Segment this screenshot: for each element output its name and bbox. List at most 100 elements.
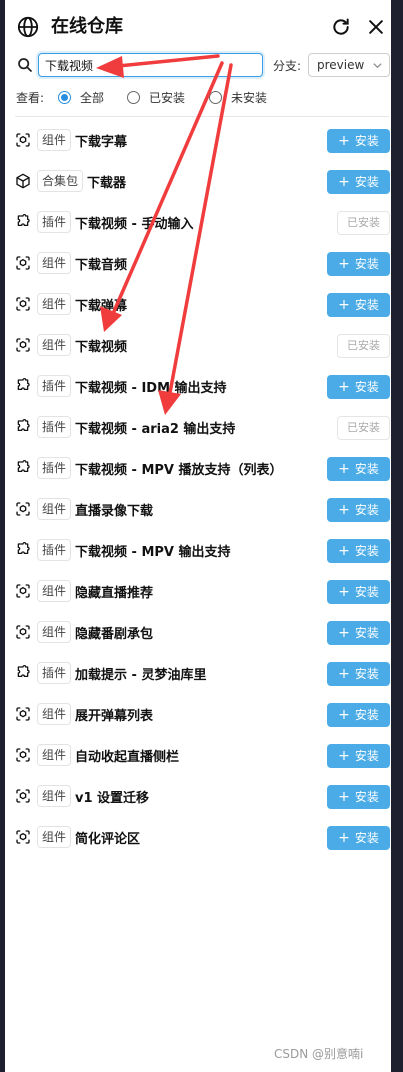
type-badge: 组件	[37, 826, 72, 848]
plugin-icon	[15, 542, 31, 558]
install-button[interactable]: + 安装	[327, 785, 390, 809]
list-item: 组件 下载视频 已安装	[5, 325, 391, 365]
filter-option-label: 未安装	[231, 90, 268, 105]
plus-icon: +	[338, 379, 350, 395]
filter-option-label: 已安装	[149, 90, 186, 105]
component-icon	[15, 132, 31, 148]
plugin-icon	[15, 665, 31, 681]
install-button[interactable]: + 安装	[327, 744, 390, 768]
search-input[interactable]	[38, 53, 263, 77]
type-badge: 插件	[37, 375, 72, 397]
type-badge: 插件	[37, 457, 72, 479]
installed-button: 已安装	[337, 334, 390, 358]
filter-row: 查看: 全部 已安装 未安装	[5, 88, 391, 106]
plus-icon: +	[338, 789, 350, 805]
branch-selected-value: preview	[317, 58, 365, 72]
component-icon	[15, 501, 31, 517]
radio-all[interactable]	[58, 90, 71, 104]
install-label: 安装	[354, 626, 379, 640]
radio-not-installed[interactable]	[209, 90, 222, 104]
close-icon[interactable]	[366, 17, 386, 37]
type-badge: 组件	[37, 498, 72, 520]
plus-icon: +	[338, 461, 350, 477]
list-item: 插件 下载视频 - aria2 输出支持 已安装	[5, 407, 391, 447]
globe-icon	[17, 16, 39, 38]
list-item: 插件 下载视频 - 手动输入 已安装	[5, 202, 391, 242]
plus-icon: +	[338, 748, 350, 764]
install-button[interactable]: + 安装	[327, 293, 390, 317]
package-icon	[15, 173, 31, 189]
list-item: 插件 加载提示 - 灵梦油库里 + 安装	[5, 653, 391, 693]
plus-icon: +	[338, 543, 350, 559]
refresh-icon[interactable]	[331, 17, 351, 37]
type-badge: 组件	[37, 785, 72, 807]
install-button[interactable]: + 安装	[327, 498, 390, 522]
plus-icon: +	[338, 174, 350, 190]
item-name: 下载字幕	[75, 135, 128, 150]
install-label: 安装	[354, 380, 379, 394]
install-button[interactable]: + 安装	[327, 580, 390, 604]
item-name: 下载音频	[75, 258, 128, 273]
item-name: 隐藏番剧承包	[75, 627, 154, 642]
item-name: 下载器	[87, 176, 127, 191]
type-badge: 组件	[37, 334, 72, 356]
plugin-icon	[15, 378, 31, 394]
install-label: 安装	[354, 544, 379, 558]
list-item: 组件 v1 设置迁移 + 安装	[5, 776, 391, 816]
install-button[interactable]: + 安装	[327, 539, 390, 563]
install-label: 安装	[354, 298, 379, 312]
component-icon	[15, 788, 31, 804]
install-label: 安装	[354, 831, 379, 845]
install-label: 安装	[354, 175, 379, 189]
install-button[interactable]: + 安装	[327, 662, 390, 686]
plugin-icon	[15, 419, 31, 435]
install-button[interactable]: + 安装	[327, 375, 390, 399]
component-icon	[15, 747, 31, 763]
list-item: 组件 展开弹幕列表 + 安装	[5, 694, 391, 734]
list-item: 组件 下载音频 + 安装	[5, 243, 391, 283]
item-name: 加载提示 - 灵梦油库里	[75, 668, 207, 683]
item-name: 下载视频 - MPV 播放支持（列表）	[75, 463, 283, 478]
item-name: 下载视频 - aria2 输出支持	[75, 422, 236, 437]
install-button[interactable]: + 安装	[327, 826, 390, 850]
installed-button: 已安装	[337, 211, 390, 235]
type-badge: 插件	[37, 211, 72, 233]
type-badge: 组件	[37, 580, 72, 602]
plus-icon: +	[338, 584, 350, 600]
list-item: 组件 下载字幕 + 安装	[5, 120, 391, 160]
type-badge: 合集包	[37, 170, 84, 192]
component-icon	[15, 624, 31, 640]
item-name: 下载视频	[75, 340, 128, 355]
branch-select[interactable]: preview	[308, 53, 390, 77]
install-button[interactable]: + 安装	[327, 129, 390, 153]
filter-option-all[interactable]: 全部	[58, 88, 104, 106]
type-badge: 组件	[37, 293, 72, 315]
plus-icon: +	[338, 625, 350, 641]
install-button[interactable]: + 安装	[327, 621, 390, 645]
filter-option-installed[interactable]: 已安装	[127, 88, 185, 106]
filter-option-not-installed[interactable]: 未安装	[209, 88, 267, 106]
item-name: 下载视频 - IDM 输出支持	[75, 381, 227, 396]
install-button[interactable]: + 安装	[327, 252, 390, 276]
item-name: 展开弹幕列表	[75, 709, 154, 724]
plugin-icon	[15, 460, 31, 476]
page-title: 在线仓库	[51, 16, 123, 37]
list-item: 组件 自动收起直播侧栏 + 安装	[5, 735, 391, 775]
radio-installed[interactable]	[127, 90, 140, 104]
install-label: 安装	[354, 667, 379, 681]
install-button[interactable]: + 安装	[327, 703, 390, 727]
type-badge: 组件	[37, 703, 72, 725]
background-strip-right	[391, 0, 403, 1072]
list-item: 组件 直播录像下载 + 安装	[5, 489, 391, 529]
item-name: 直播录像下载	[75, 504, 154, 519]
list-item: 组件 简化评论区 + 安装	[5, 817, 391, 857]
component-icon	[15, 337, 31, 353]
install-label: 安装	[354, 257, 379, 271]
branch-label: 分支:	[273, 59, 302, 73]
install-button[interactable]: + 安装	[327, 457, 390, 481]
install-button[interactable]: + 安装	[327, 170, 390, 194]
panel-header: 在线仓库	[5, 0, 391, 56]
install-label: 安装	[354, 708, 379, 722]
list-item: 组件 隐藏番剧承包 + 安装	[5, 612, 391, 652]
filter-option-label: 全部	[80, 90, 105, 105]
